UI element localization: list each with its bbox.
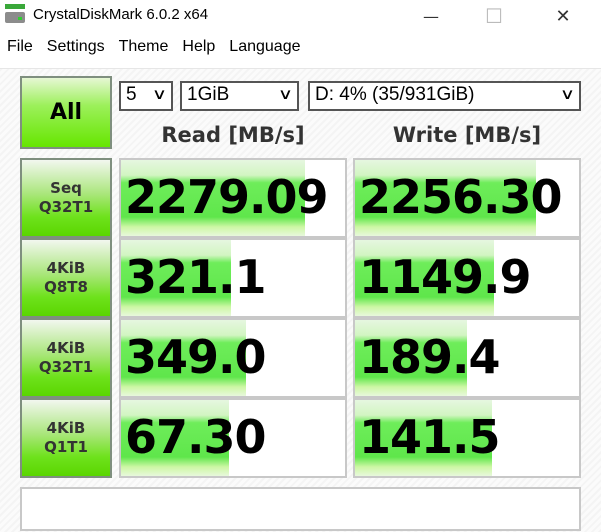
test-count-value: 5	[126, 84, 137, 105]
write-value: 1149.9	[359, 250, 532, 304]
test-button-0[interactable]: Seq Q32T1	[20, 158, 112, 238]
read-result: 321.1	[119, 238, 347, 318]
menu-file[interactable]: File	[0, 34, 40, 62]
minimize-icon: —	[423, 6, 439, 26]
test-params: Q32T1	[38, 198, 94, 216]
write-result: 141.5	[353, 398, 581, 478]
close-button[interactable]: ✕	[540, 0, 586, 32]
read-result: 2279.09	[119, 158, 347, 238]
write-value: 189.4	[359, 330, 501, 384]
main-panel: All 5 ∨ 1GiB ∨ D: 4% (35/931GiB) ∨ Read [MB…	[0, 68, 601, 532]
write-result: 189.4	[353, 318, 581, 398]
test-name: 4KiB	[46, 339, 86, 357]
test-size-select[interactable]: 1GiB ∨	[180, 81, 299, 111]
chevron-down-icon: ∨	[277, 86, 294, 103]
all-button[interactable]: All	[20, 76, 112, 149]
write-result: 1149.9	[353, 238, 581, 318]
menu-theme[interactable]: Theme	[112, 34, 176, 62]
test-count-select[interactable]: 5 ∨	[119, 81, 173, 111]
title-bar: CrystalDiskMark 6.0.2 x64 — ☐ ✕	[0, 0, 601, 32]
minimize-button[interactable]: —	[408, 0, 454, 32]
drive-value: D: 4% (35/931GiB)	[315, 84, 475, 105]
maximize-icon: ☐	[485, 4, 503, 28]
drive-select[interactable]: D: 4% (35/931GiB) ∨	[308, 81, 581, 111]
read-value: 2279.09	[125, 170, 329, 224]
test-button-3[interactable]: 4KiB Q1T1	[20, 398, 112, 478]
test-params: Q32T1	[38, 358, 94, 376]
read-result: 349.0	[119, 318, 347, 398]
write-header: Write [MB/s]	[392, 123, 542, 147]
test-params: Q1T1	[44, 438, 88, 456]
app-icon	[5, 4, 25, 23]
menu-language[interactable]: Language	[222, 34, 307, 62]
test-name: Seq	[50, 179, 82, 197]
test-button-1[interactable]: 4KiB Q8T8	[20, 238, 112, 318]
test-name: 4KiB	[46, 419, 86, 437]
read-value: 321.1	[125, 250, 267, 304]
read-header: Read [MB/s]	[161, 123, 305, 147]
read-value: 349.0	[125, 330, 267, 384]
test-size-value: 1GiB	[187, 84, 230, 105]
comment-input[interactable]	[20, 487, 581, 531]
write-result: 2256.30	[353, 158, 581, 238]
close-icon: ✕	[555, 5, 571, 27]
chevron-down-icon: ∨	[559, 86, 576, 103]
test-button-2[interactable]: 4KiB Q32T1	[20, 318, 112, 398]
read-value: 67.30	[125, 410, 267, 464]
read-result: 67.30	[119, 398, 347, 478]
write-value: 2256.30	[359, 170, 563, 224]
test-name: 4KiB	[46, 259, 86, 277]
menu-bar: File Settings Theme Help Language	[0, 34, 601, 62]
window-title: CrystalDiskMark 6.0.2 x64	[33, 6, 209, 23]
all-label: All	[49, 100, 83, 125]
menu-settings[interactable]: Settings	[40, 34, 112, 62]
test-params: Q8T8	[44, 278, 88, 296]
chevron-down-icon: ∨	[151, 86, 168, 103]
maximize-button[interactable]: ☐	[471, 0, 517, 32]
write-value: 141.5	[359, 410, 501, 464]
menu-help[interactable]: Help	[175, 34, 222, 62]
